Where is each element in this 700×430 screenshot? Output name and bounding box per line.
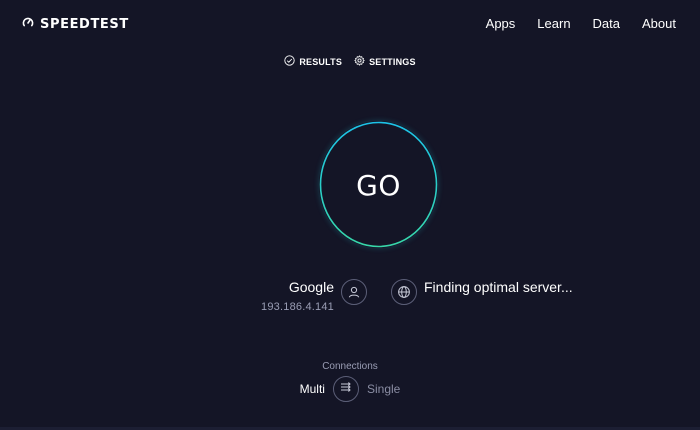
connections-toggle: Multi Single <box>0 376 700 402</box>
logo[interactable]: SPEEDTEST <box>22 15 129 33</box>
main-nav: Apps Learn Data About <box>486 16 676 31</box>
single-option[interactable]: Single <box>367 382 400 396</box>
nav-data[interactable]: Data <box>593 16 620 31</box>
globe-icon[interactable] <box>391 279 417 305</box>
nav-learn[interactable]: Learn <box>537 16 570 31</box>
results-link[interactable]: RESULTS <box>284 55 342 68</box>
go-button[interactable]: GO <box>319 121 438 248</box>
arrows-icon <box>339 380 353 399</box>
settings-label: SETTINGS <box>369 56 416 67</box>
server-status[interactable]: Finding optimal server... <box>424 279 573 295</box>
ip-address: 193.186.4.141 <box>261 301 334 313</box>
gear-icon <box>354 55 365 68</box>
go-label: GO <box>356 169 401 202</box>
results-label: RESULTS <box>299 56 343 67</box>
isp-info: Google 193.186.4.141 <box>261 279 334 313</box>
connections-label: Connections <box>322 361 378 372</box>
multi-option[interactable]: Multi <box>300 382 325 396</box>
isp-name: Google <box>288 279 334 295</box>
check-circle-icon <box>284 55 295 68</box>
connections-switch[interactable] <box>332 376 359 402</box>
settings-link[interactable]: SETTINGS <box>354 55 416 68</box>
nav-about[interactable]: About <box>642 16 676 31</box>
user-icon <box>341 279 367 305</box>
server-info: Finding optimal server... <box>424 279 573 295</box>
logo-text: SPEEDTEST <box>40 16 129 32</box>
subnav: RESULTS SETTINGS <box>0 55 700 68</box>
speedometer-icon <box>22 15 34 33</box>
nav-apps[interactable]: Apps <box>486 16 516 31</box>
